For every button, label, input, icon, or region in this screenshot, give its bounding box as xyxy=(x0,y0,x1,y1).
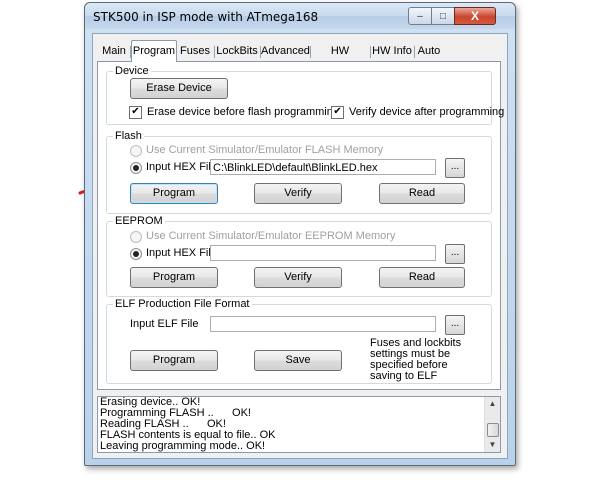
flash-browse-button[interactable]: ... xyxy=(445,158,465,178)
tab-advanced[interactable]: Advanced xyxy=(261,43,310,60)
eeprom-use-simulator-radio[interactable] xyxy=(130,231,142,243)
tab-hw-settings[interactable]: HW Settings xyxy=(311,43,369,74)
elf-input-label: Input ELF File xyxy=(130,318,199,330)
eeprom-program-button[interactable]: Program xyxy=(130,267,218,288)
elf-group-label: ELF Production File Format xyxy=(115,298,250,310)
title-bar[interactable]: STK500 in ISP mode with ATmega168 – □ X xyxy=(85,3,515,29)
tab-hw-info[interactable]: HW Info xyxy=(371,43,413,60)
flash-input-hex-label: Input HEX File xyxy=(146,161,217,173)
stk500-window: STK500 in ISP mode with ATmega168 – □ X … xyxy=(84,2,516,466)
log-line: Leaving programming mode.. OK! xyxy=(100,440,266,452)
tab-auto[interactable]: Auto xyxy=(415,43,443,60)
flash-read-button[interactable]: Read xyxy=(379,183,465,204)
verify-after-programming-label: Verify device after programming xyxy=(349,106,505,118)
tab-fuses[interactable]: Fuses xyxy=(177,43,213,60)
checkmark-icon: ✔ xyxy=(131,106,140,117)
eeprom-use-simulator-label: Use Current Simulator/Emulator EEPROM Me… xyxy=(146,230,396,242)
scroll-down-icon[interactable]: ▼ xyxy=(485,438,500,452)
checkmark-icon: ✔ xyxy=(333,106,342,117)
flash-verify-button[interactable]: Verify xyxy=(254,183,342,204)
minimize-button[interactable]: – xyxy=(408,7,432,25)
log-scrollbar[interactable]: ▲ ▼ xyxy=(484,397,500,452)
dialog-client: Main Program Fuses LockBits Advanced HW … xyxy=(92,33,508,459)
scroll-thumb[interactable] xyxy=(487,423,499,437)
erase-before-flash-checkbox[interactable]: ✔ xyxy=(129,106,142,119)
eeprom-group-label: EEPROM xyxy=(115,215,163,227)
flash-program-button[interactable]: Program xyxy=(130,183,218,204)
maximize-button[interactable]: □ xyxy=(431,7,455,25)
erase-device-button[interactable]: Erase Device xyxy=(130,78,228,99)
close-button[interactable]: X xyxy=(454,7,496,25)
flash-use-simulator-label: Use Current Simulator/Emulator FLASH Mem… xyxy=(146,144,384,156)
maximize-icon: □ xyxy=(439,10,447,22)
elf-save-button[interactable]: Save xyxy=(254,350,342,371)
scroll-up-icon[interactable]: ▲ xyxy=(485,397,500,411)
eeprom-input-hex-label: Input HEX File xyxy=(146,247,217,259)
flash-group-label: Flash xyxy=(115,130,142,142)
eeprom-input-hex-radio[interactable] xyxy=(130,248,142,260)
flash-hex-path-input[interactable]: C:\BlinkLED\default\BlinkLED.hex xyxy=(210,159,436,175)
device-group-label: Device xyxy=(115,65,149,77)
verify-after-programming-checkbox[interactable]: ✔ xyxy=(331,106,344,119)
flash-input-hex-radio[interactable] xyxy=(130,162,142,174)
elf-browse-button[interactable]: ... xyxy=(445,315,465,335)
tab-lockbits[interactable]: LockBits xyxy=(215,43,259,60)
eeprom-verify-button[interactable]: Verify xyxy=(254,267,342,288)
elf-path-input[interactable] xyxy=(210,316,436,332)
program-tab-panel: Device Erase Device ✔ Erase device befor… xyxy=(97,61,505,390)
tab-program[interactable]: Program xyxy=(131,40,177,62)
flash-use-simulator-radio[interactable] xyxy=(130,145,142,157)
tab-main[interactable]: Main xyxy=(99,43,129,60)
eeprom-browse-button[interactable]: ... xyxy=(445,244,465,264)
eeprom-read-button[interactable]: Read xyxy=(379,267,465,288)
erase-before-flash-label: Erase device before flash programming xyxy=(147,106,339,118)
minimize-icon: – xyxy=(417,10,423,22)
window-title: STK500 in ISP mode with ATmega168 xyxy=(93,10,319,24)
elf-note-text: Fuses and lockbits settings must be spec… xyxy=(370,337,462,382)
status-log[interactable]: Erasing device.. OK! Programming FLASH .… xyxy=(97,396,501,453)
close-icon: X xyxy=(470,9,479,23)
eeprom-hex-path-input[interactable] xyxy=(210,245,436,261)
elf-program-button[interactable]: Program xyxy=(130,350,218,371)
